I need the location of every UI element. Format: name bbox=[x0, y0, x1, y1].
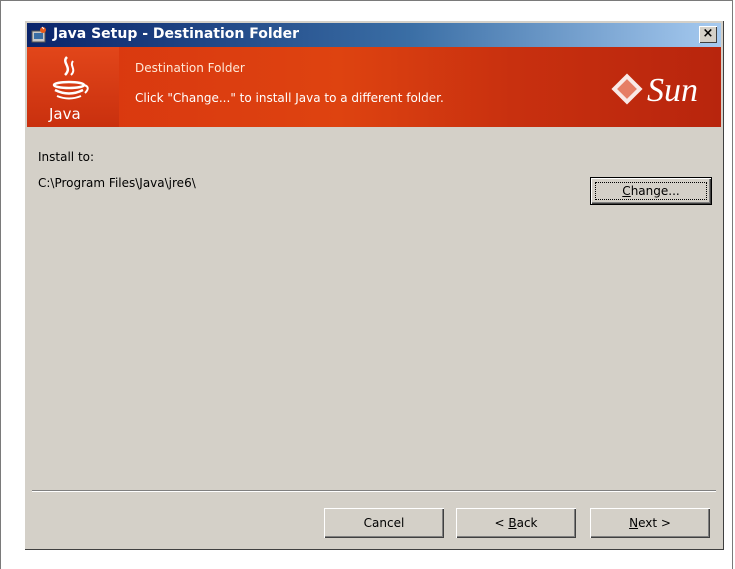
banner-subtitle: Click "Change..." to install Java to a d… bbox=[135, 91, 444, 105]
sun-logo-text: Sun bbox=[647, 72, 698, 109]
next-button[interactable]: Next > bbox=[590, 508, 710, 538]
change-button[interactable]: Change... bbox=[591, 178, 711, 204]
close-button[interactable]: × bbox=[699, 26, 717, 43]
frame-left-edge bbox=[0, 0, 1, 569]
window-title: Java Setup - Destination Folder bbox=[53, 26, 300, 42]
java-coffee-cup-icon: Java bbox=[48, 56, 89, 123]
install-path-value: C:\Program Files\Java\jre6\ bbox=[38, 176, 196, 190]
title-bar[interactable]: Java Setup - Destination Folder × bbox=[27, 23, 721, 47]
java-logo-panel: Java bbox=[27, 47, 119, 127]
cancel-button-label: Cancel bbox=[363, 516, 405, 530]
close-icon: × bbox=[702, 26, 714, 41]
header-banner: Java Destination Folder Click "Change...… bbox=[27, 47, 721, 127]
java-setup-icon bbox=[31, 26, 46, 43]
banner-title: Destination Folder bbox=[135, 61, 245, 75]
back-button[interactable]: < Back bbox=[456, 508, 576, 538]
footer-separator bbox=[32, 490, 716, 492]
sun-microsystems-logo: Sun bbox=[611, 72, 698, 109]
java-logo-text: Java bbox=[48, 105, 81, 123]
focus-rectangle bbox=[595, 182, 707, 200]
cancel-button[interactable]: Cancel bbox=[324, 508, 444, 538]
back-button-label: < Back bbox=[494, 516, 538, 530]
install-to-label: Install to: bbox=[38, 150, 95, 164]
next-button-label: Next > bbox=[629, 516, 671, 530]
frame-right-edge bbox=[732, 0, 733, 569]
setup-dialog: Java Setup - Destination Folder × Java D… bbox=[24, 20, 724, 550]
frame-top-edge bbox=[0, 0, 733, 1]
